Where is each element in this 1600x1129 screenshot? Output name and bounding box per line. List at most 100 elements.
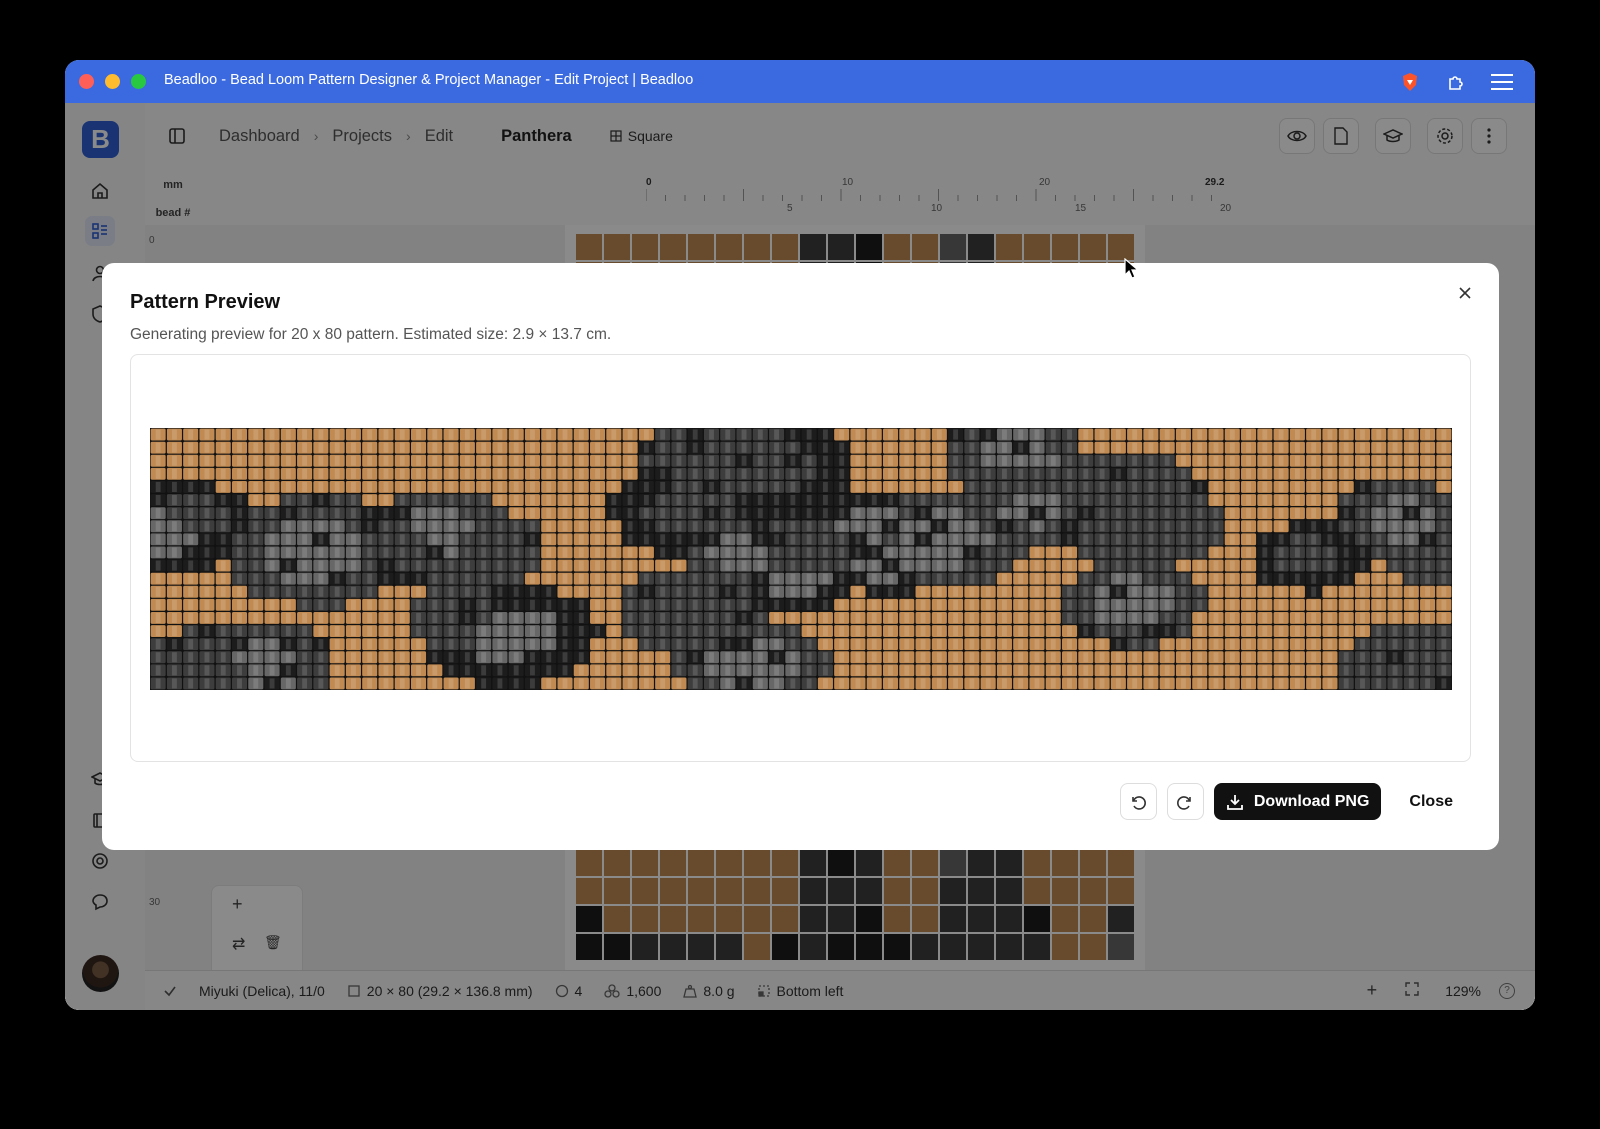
- bead-highlight: [806, 612, 812, 623]
- bead-highlight: [1181, 521, 1186, 532]
- bead-highlight: [904, 521, 910, 532]
- bead-highlight: [904, 560, 910, 571]
- close-window-button[interactable]: [79, 74, 94, 89]
- bead-highlight: [627, 495, 633, 506]
- bead-highlight: [1392, 586, 1398, 597]
- bead-highlight: [1018, 639, 1024, 650]
- bead-highlight: [237, 455, 242, 466]
- bead-highlight: [774, 639, 780, 650]
- bead-highlight: [1083, 508, 1089, 519]
- bead-highlight: [936, 586, 942, 597]
- preview-container: [130, 354, 1471, 762]
- bead-highlight: [969, 652, 975, 663]
- bead-highlight: [1425, 599, 1431, 610]
- bead-highlight: [562, 521, 568, 532]
- bead-highlight: [1099, 534, 1105, 545]
- bead-highlight: [188, 665, 194, 676]
- bead-highlight: [1392, 560, 1398, 571]
- bead-highlight: [448, 495, 454, 506]
- bead-highlight: [171, 481, 177, 492]
- bead-highlight: [741, 678, 747, 689]
- bead-highlight: [302, 612, 308, 623]
- bead-highlight: [936, 665, 942, 676]
- bead-highlight: [334, 481, 340, 492]
- bead-highlight: [562, 534, 568, 545]
- bead-highlight: [774, 508, 780, 519]
- rotate-right-button[interactable]: [1166, 783, 1204, 820]
- brave-shield-icon[interactable]: [1397, 69, 1423, 95]
- bead-highlight: [953, 468, 959, 479]
- bead-highlight: [1360, 599, 1365, 610]
- bead-highlight: [155, 442, 161, 453]
- bead-highlight: [774, 652, 780, 663]
- bead-highlight: [904, 508, 910, 519]
- bead-highlight: [220, 560, 226, 571]
- minimize-window-button[interactable]: [105, 74, 120, 89]
- bead-highlight: [302, 678, 308, 689]
- bead-highlight: [416, 455, 421, 466]
- bead-highlight: [627, 442, 633, 453]
- bead-highlight: [1327, 560, 1333, 571]
- bead-highlight: [871, 547, 877, 558]
- bead-highlight: [1408, 534, 1414, 545]
- bead-highlight: [1360, 429, 1365, 440]
- bead-highlight: [676, 455, 682, 466]
- bead-highlight: [383, 521, 389, 532]
- bead-highlight: [513, 652, 519, 663]
- bead-highlight: [204, 626, 210, 637]
- bead-highlight: [448, 639, 454, 650]
- close-button[interactable]: Close: [1391, 783, 1471, 820]
- bead-highlight: [367, 521, 373, 532]
- bead-highlight: [1425, 612, 1431, 623]
- bead-highlight: [1376, 665, 1382, 676]
- download-png-button[interactable]: Download PNG: [1213, 783, 1382, 820]
- bead-highlight: [1392, 521, 1398, 532]
- bead-highlight: [1213, 573, 1219, 584]
- bead-highlight: [741, 534, 747, 545]
- bead-highlight: [1408, 652, 1414, 663]
- bead-highlight: [383, 678, 389, 689]
- bead-highlight: [985, 586, 991, 597]
- bead-highlight: [1115, 508, 1121, 519]
- bead-highlight: [220, 626, 226, 637]
- bead-highlight: [1376, 455, 1382, 466]
- bead-highlight: [155, 547, 161, 558]
- maximize-window-button[interactable]: [131, 74, 146, 89]
- bead-highlight: [448, 678, 454, 689]
- bead-highlight: [481, 573, 487, 584]
- bead-highlight: [237, 481, 242, 492]
- bead-highlight: [806, 481, 812, 492]
- bead-highlight: [302, 508, 308, 519]
- bead-highlight: [1294, 560, 1300, 571]
- bead-highlight: [432, 508, 438, 519]
- bead-highlight: [1343, 534, 1349, 545]
- bead-highlight: [562, 468, 568, 479]
- close-icon[interactable]: [1451, 279, 1479, 307]
- bead-highlight: [1311, 495, 1317, 506]
- bead-highlight: [806, 508, 812, 519]
- bead-highlight: [871, 678, 877, 689]
- bead-highlight: [969, 599, 975, 610]
- bead-highlight: [595, 442, 600, 453]
- bead-highlight: [464, 481, 470, 492]
- bead-highlight: [871, 534, 877, 545]
- bead-highlight: [1262, 455, 1268, 466]
- bead-highlight: [1197, 626, 1203, 637]
- bead-highlight: [155, 495, 161, 506]
- extensions-icon[interactable]: [1443, 69, 1469, 95]
- bead-highlight: [595, 468, 600, 479]
- bead-highlight: [1229, 481, 1235, 492]
- menu-icon[interactable]: [1489, 69, 1515, 95]
- bead-highlight: [1376, 442, 1382, 453]
- bead-highlight: [1050, 468, 1056, 479]
- bead-highlight: [1050, 678, 1056, 689]
- bead-highlight: [725, 455, 731, 466]
- bead-highlight: [1002, 442, 1007, 453]
- bead-highlight: [253, 573, 259, 584]
- bead-highlight: [1034, 652, 1040, 663]
- rotate-left-button[interactable]: [1119, 783, 1157, 820]
- bead-highlight: [985, 481, 991, 492]
- bead-highlight: [351, 586, 356, 597]
- bead-highlight: [1441, 481, 1447, 492]
- bead-highlight: [269, 652, 275, 663]
